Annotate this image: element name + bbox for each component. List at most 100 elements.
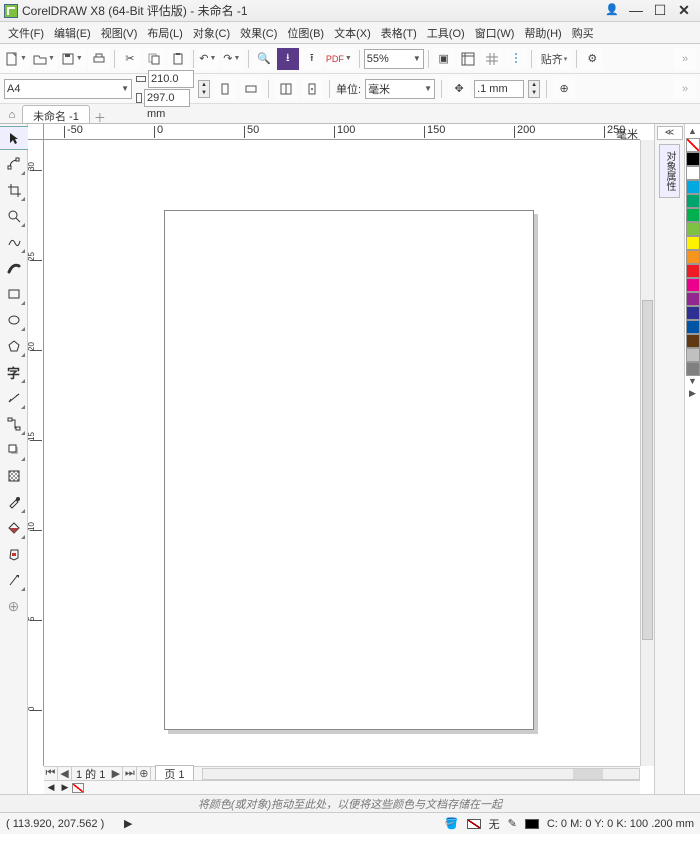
swatch[interactable] [686, 152, 700, 166]
show-rulers-button[interactable] [457, 48, 479, 70]
drop-shadow-tool[interactable] [2, 438, 26, 462]
page-width-input[interactable]: 210.0 mm [148, 70, 194, 88]
zoom-tool[interactable] [2, 204, 26, 228]
freehand-tool[interactable] [2, 230, 26, 254]
toolbar-overflow-icon[interactable]: » [674, 48, 696, 70]
show-grid-button[interactable] [481, 48, 503, 70]
doc-palette-prev-icon[interactable]: ◀ [44, 782, 58, 793]
polygon-tool[interactable] [2, 334, 26, 358]
transparency-tool[interactable] [2, 464, 26, 488]
menu-window[interactable]: 窗口(W) [471, 23, 519, 43]
minimize-button[interactable]: — [624, 3, 648, 19]
show-guides-button[interactable] [505, 48, 527, 70]
swatch[interactable] [686, 278, 700, 292]
maximize-button[interactable]: ☐ [648, 3, 672, 19]
propbar-overflow-icon[interactable]: » [674, 78, 696, 100]
text-tool[interactable]: 字 [2, 360, 26, 384]
swatch[interactable] [686, 348, 700, 362]
swatch[interactable] [686, 334, 700, 348]
units-combo[interactable]: 毫米▼ [365, 79, 435, 99]
menu-view[interactable]: 视图(V) [97, 23, 142, 43]
horizontal-ruler[interactable]: -50 0 50 100 150 200 250 毫米 [44, 124, 640, 140]
page-first-button[interactable]: ⏮ [44, 767, 58, 780]
fill-indicator-icon[interactable]: 🪣 [445, 817, 459, 830]
document-tab[interactable]: 未命名 -1 [22, 105, 90, 123]
zoom-combo[interactable]: 55%▼ [364, 49, 424, 69]
h-scroll-thumb[interactable] [573, 769, 603, 779]
palette-flyout-icon[interactable]: ▶ [689, 388, 696, 400]
user-icon[interactable]: 👤 [600, 3, 624, 19]
dim-spinner[interactable]: ▲▼ [198, 80, 210, 98]
swatch[interactable] [686, 208, 700, 222]
menu-edit[interactable]: 编辑(E) [50, 23, 95, 43]
page-height-input[interactable]: 297.0 mm [144, 89, 190, 107]
menu-file[interactable]: 文件(F) [4, 23, 48, 43]
ellipse-tool[interactable] [2, 308, 26, 332]
new-tab-button[interactable]: ＋ [92, 109, 108, 123]
swatch[interactable] [686, 250, 700, 264]
print-button[interactable] [88, 48, 110, 70]
open-button[interactable]: ▼ [32, 48, 58, 70]
close-button[interactable]: ✕ [672, 3, 696, 19]
v-scroll-thumb[interactable] [642, 300, 653, 640]
crop-tool[interactable] [2, 178, 26, 202]
current-page-button[interactable] [301, 78, 323, 100]
eyedropper-tool[interactable] [2, 490, 26, 514]
interactive-fill-tool[interactable] [2, 516, 26, 540]
swatch-none[interactable] [686, 138, 700, 152]
all-pages-button[interactable] [275, 78, 297, 100]
rectangle-tool[interactable] [2, 282, 26, 306]
vertical-scrollbar[interactable] [640, 140, 654, 766]
snap-button[interactable]: 贴齐▾ [536, 48, 573, 70]
export-button[interactable]: ⭱ [301, 48, 323, 70]
outline-pen-tool[interactable] [2, 568, 26, 592]
swatch[interactable] [686, 194, 700, 208]
orientation-portrait-button[interactable] [214, 78, 236, 100]
swatch[interactable] [686, 264, 700, 278]
object-properties-tab[interactable]: 对象属性 [659, 144, 680, 198]
swatch[interactable] [686, 222, 700, 236]
menu-bitmap[interactable]: 位图(B) [283, 23, 328, 43]
menu-help[interactable]: 帮助(H) [520, 23, 565, 43]
duplicate-distance-button[interactable]: ⊕ [553, 78, 575, 100]
horizontal-scrollbar[interactable] [202, 768, 640, 780]
page-add-button[interactable]: ⊕ [137, 767, 151, 780]
copy-button[interactable] [143, 48, 165, 70]
search-button[interactable]: 🔍 [253, 48, 275, 70]
outline-indicator-icon[interactable]: ✎ [508, 817, 517, 830]
ruler-origin[interactable] [28, 124, 44, 140]
fill-swatch[interactable] [467, 819, 481, 829]
swatch[interactable] [686, 362, 700, 376]
artistic-media-tool[interactable] [2, 256, 26, 280]
menu-table[interactable]: 表格(T) [377, 23, 421, 43]
connector-tool[interactable] [2, 412, 26, 436]
status-next-icon[interactable]: ▶ [124, 817, 132, 830]
toolbox-expand-button[interactable]: ⊕ [2, 594, 26, 618]
save-button[interactable]: ▼ [60, 48, 86, 70]
redo-button[interactable]: ↷▼ [222, 48, 244, 70]
doc-palette-next-icon[interactable]: ▶ [58, 782, 72, 793]
welcome-tab-icon[interactable]: ⌂ [4, 109, 20, 123]
cut-button[interactable]: ✂ [119, 48, 141, 70]
orientation-landscape-button[interactable] [240, 78, 262, 100]
doc-palette-none-icon[interactable] [72, 783, 84, 793]
vertical-ruler[interactable]: 30 25 20 15 10 5 0 [28, 140, 44, 766]
nudge-spinner[interactable]: ▲▼ [528, 80, 540, 98]
palette-down-icon[interactable]: ▼ [688, 376, 697, 388]
swatch[interactable] [686, 166, 700, 180]
menu-layout[interactable]: 布局(L) [143, 23, 186, 43]
page-next-button[interactable]: ▶ [109, 767, 123, 780]
page-prev-button[interactable]: ◀ [58, 767, 72, 780]
options-button[interactable]: ⚙ [581, 48, 603, 70]
swatch[interactable] [686, 306, 700, 320]
fullscreen-button[interactable]: ▣ [433, 48, 455, 70]
import-button[interactable]: ⭳ [277, 48, 299, 70]
menu-object[interactable]: 对象(C) [189, 23, 234, 43]
docker-expand-button[interactable]: ≪ [657, 126, 683, 140]
drawing-canvas[interactable] [44, 140, 640, 766]
outline-swatch[interactable] [525, 819, 539, 829]
menu-tools[interactable]: 工具(O) [423, 23, 469, 43]
swatch[interactable] [686, 320, 700, 334]
swatch[interactable] [686, 236, 700, 250]
parallel-dim-tool[interactable] [2, 386, 26, 410]
